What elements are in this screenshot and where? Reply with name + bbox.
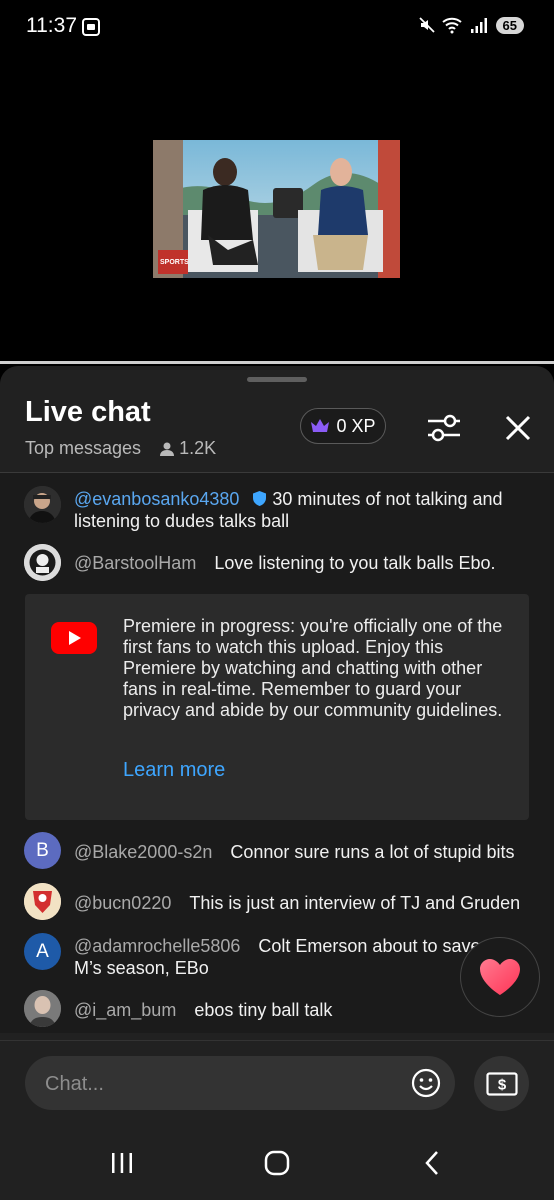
recent-apps-icon (112, 1153, 132, 1173)
super-chat-button[interactable]: $ (474, 1056, 529, 1111)
back-icon (425, 1151, 438, 1175)
like-button[interactable] (460, 937, 540, 1017)
svg-text:SPORTS: SPORTS (160, 259, 189, 266)
status-icons: 65 (418, 16, 524, 34)
close-icon[interactable] (500, 410, 536, 446)
chat-input[interactable] (43, 1056, 387, 1112)
chat-title: Live chat (25, 396, 151, 428)
youtube-logo-icon (51, 622, 97, 654)
crown-icon (311, 419, 330, 432)
avatar[interactable] (24, 544, 61, 581)
filter-settings-icon[interactable] (424, 410, 464, 446)
drag-handle[interactable] (247, 377, 307, 382)
learn-more-link[interactable]: Learn more (123, 759, 225, 782)
home-icon (264, 1150, 290, 1176)
recent-apps-button[interactable] (102, 1148, 142, 1178)
user-photo-icon (24, 990, 61, 1027)
message-author[interactable]: @adamrochelle5806 (74, 936, 240, 956)
message-text: Love listening to you talk balls Ebo. (214, 553, 496, 573)
signal-icon (470, 18, 487, 33)
member-badge-icon (253, 491, 267, 506)
avatar[interactable]: B (24, 832, 61, 869)
chat-input-container[interactable] (25, 1056, 455, 1112)
mute-icon (418, 17, 435, 33)
avatar-letter: B (36, 839, 49, 861)
avatar-letter: A (36, 940, 49, 962)
video-progress-bar[interactable] (0, 361, 554, 364)
video-player[interactable]: SPORTS (0, 56, 554, 361)
viewer-count: 1.2K (159, 438, 216, 459)
back-button[interactable] (412, 1148, 452, 1178)
premiere-notice-text: Premiere in progress: you're officially … (123, 616, 503, 720)
heart-icon (480, 959, 520, 995)
emoji-icon[interactable] (411, 1068, 441, 1098)
avatar[interactable] (24, 883, 61, 920)
status-time: 11:37 (26, 14, 77, 37)
chat-mode-label: Top messages (25, 438, 142, 458)
message-author[interactable]: @bucn0220 (74, 893, 171, 913)
battery-indicator: 65 (495, 16, 524, 34)
user-photo-icon (24, 544, 61, 581)
message-author[interactable]: @evanbosanko4380 (74, 489, 239, 509)
xp-button[interactable]: 0 XP (300, 408, 386, 444)
wifi-icon (441, 17, 462, 34)
premiere-notice: Premiere in progress: you're officially … (25, 594, 529, 820)
message-author[interactable]: @Blake2000-s2n (74, 842, 212, 862)
viewer-count-value: 1.2K (179, 438, 217, 458)
money-icon: $ (485, 1071, 518, 1096)
team-logo-icon (24, 883, 61, 920)
message-author[interactable]: @BarstoolHam (74, 553, 196, 573)
message-author[interactable]: @i_am_bum (74, 1000, 176, 1020)
svg-text:$: $ (497, 1076, 506, 1093)
divider (0, 1040, 554, 1041)
avatar[interactable] (24, 486, 61, 523)
person-icon (160, 442, 175, 456)
avatar[interactable] (24, 990, 61, 1027)
home-button[interactable] (257, 1148, 297, 1178)
screen-record-icon (82, 18, 100, 36)
video-thumbnail: SPORTS (153, 140, 400, 278)
message-text: Connor sure runs a lot of stupid bits (230, 842, 515, 862)
chat-mode-selector[interactable]: Top messages 1.2K (25, 438, 216, 459)
user-photo-icon (24, 486, 61, 523)
avatar[interactable]: A (24, 933, 61, 970)
system-nav-bar (0, 1124, 554, 1200)
status-bar: 11:37 65 (0, 0, 554, 56)
message-text: This is just an interview of TJ and Grud… (189, 893, 521, 913)
xp-label: 0 XP (336, 415, 376, 436)
message-text: ebos tiny ball talk (194, 1000, 333, 1020)
